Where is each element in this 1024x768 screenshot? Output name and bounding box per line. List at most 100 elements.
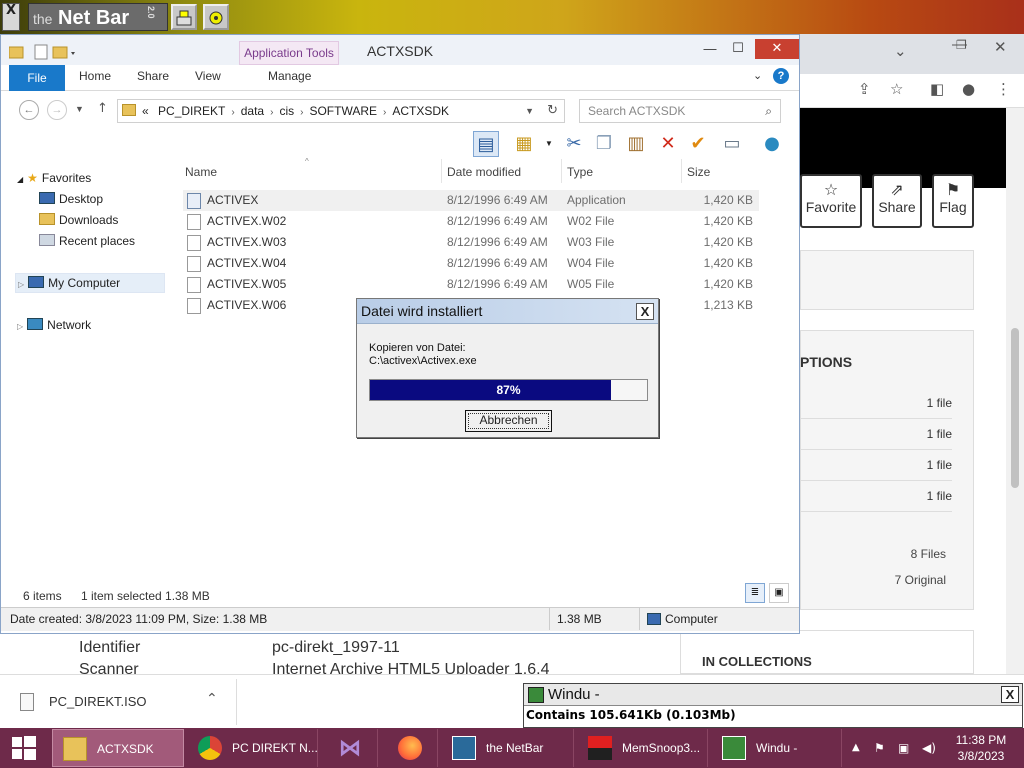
sidebar-icon[interactable]: ◧: [930, 80, 944, 98]
up-arrow-icon[interactable]: ↑: [97, 101, 108, 116]
search-icon[interactable]: ⌕: [765, 100, 772, 122]
menu-icon[interactable]: ⋮: [996, 80, 1011, 98]
forward-button[interactable]: →: [47, 100, 67, 120]
taskbar-clock[interactable]: 11:38 PM 3/8/2023: [946, 732, 1016, 764]
check-icon[interactable]: ✔: [685, 131, 711, 157]
dialog-title[interactable]: Datei wird installiert: [357, 299, 658, 324]
column-header-name[interactable]: Name: [185, 165, 217, 179]
tab-home[interactable]: Home: [79, 69, 111, 83]
details-view-button[interactable]: ≣: [745, 583, 765, 603]
expand-icon[interactable]: ◢: [17, 175, 23, 184]
taskbar-item-chrome[interactable]: PC DIREKT N...: [188, 729, 318, 767]
windu-close-button[interactable]: X: [1001, 686, 1019, 703]
flag-button[interactable]: ⚑ Flag: [932, 174, 974, 228]
download-file-name[interactable]: PC_DIREKT.ISO: [49, 694, 147, 709]
minimize-button[interactable]: —: [697, 39, 723, 59]
collapse-icon[interactable]: ▷: [18, 280, 24, 289]
column-header-size[interactable]: Size: [687, 165, 710, 179]
download-option-row[interactable]: 1 file: [800, 450, 952, 481]
download-option-row[interactable]: 1 file: [800, 481, 952, 512]
show-hidden-icons-icon[interactable]: ▲: [852, 728, 860, 768]
files-count[interactable]: 8 Files: [911, 547, 946, 561]
globe-icon[interactable]: ●: [759, 131, 785, 157]
breadcrumb-separator-icon[interactable]: ›: [383, 107, 386, 118]
netbar-app-button-2[interactable]: [203, 4, 229, 30]
share-icon[interactable]: ⇪: [858, 80, 871, 98]
tab-view[interactable]: View: [195, 69, 221, 83]
column-header-date[interactable]: Date modified: [447, 165, 521, 179]
copy-icon[interactable]: ❐: [591, 131, 617, 157]
refresh-icon[interactable]: ↻: [547, 100, 558, 122]
cancel-button[interactable]: Abbrechen: [465, 410, 552, 432]
taskbar-item-netbar[interactable]: the NetBar: [442, 729, 574, 767]
star-icon[interactable]: ☆: [890, 80, 903, 98]
taskbar-item-windu[interactable]: Windu -: [712, 729, 842, 767]
nav-network[interactable]: ▷ Network: [17, 318, 91, 332]
delete-icon[interactable]: ✕: [655, 131, 681, 157]
share-button[interactable]: ⇗ Share: [872, 174, 922, 228]
help-icon[interactable]: ?: [773, 68, 789, 84]
properties-icon[interactable]: ▦: [511, 131, 537, 157]
profile-icon[interactable]: ●: [962, 80, 975, 98]
download-option-row[interactable]: 1 file: [800, 419, 952, 450]
taskbar-item-explorer[interactable]: ACTXSDK: [52, 729, 184, 767]
nav-downloads[interactable]: Downloads: [39, 213, 118, 227]
dropdown-icon[interactable]: ▼: [545, 139, 553, 148]
favorite-button[interactable]: ☆ Favorite: [800, 174, 862, 228]
back-button[interactable]: ←: [19, 100, 39, 120]
tab-file[interactable]: File: [9, 65, 65, 91]
address-bar[interactable]: « PC_DIREKT › data › cis › SOFTWARE › ACTXSDK ▼ …: [117, 99, 565, 123]
breadcrumb-item[interactable]: PC_DIREKT: [158, 104, 225, 118]
file-row[interactable]: ACTIVEX.W03 8/12/1996 6:49 AM W03 File 1…: [183, 232, 759, 253]
scrollbar-thumb[interactable]: [1011, 328, 1019, 488]
network-icon[interactable]: ▣: [898, 728, 909, 768]
file-row[interactable]: ACTIVEX.W05 8/12/1996 6:49 AM W05 File 1…: [183, 274, 759, 295]
file-row[interactable]: ACTIVEX.W02 8/12/1996 6:49 AM W02 File 1…: [183, 211, 759, 232]
collapse-icon[interactable]: ▷: [17, 322, 23, 331]
tab-share[interactable]: Share: [137, 69, 169, 83]
column-separator[interactable]: [681, 159, 682, 183]
netbar-app-button-1[interactable]: [171, 4, 197, 30]
preview-pane-icon[interactable]: ▤: [473, 131, 499, 157]
maximize-button[interactable]: ☐: [725, 39, 751, 59]
breadcrumb-item[interactable]: SOFTWARE: [309, 104, 377, 118]
file-row[interactable]: ACTIVEX.W04 8/12/1996 6:49 AM W04 File 1…: [183, 253, 759, 274]
breadcrumb-separator-icon[interactable]: ›: [231, 107, 234, 118]
tab-manage[interactable]: Manage: [268, 69, 311, 83]
restore-icon[interactable]: ❐: [956, 38, 967, 52]
breadcrumb-item[interactable]: data: [241, 104, 264, 118]
nav-desktop[interactable]: Desktop: [39, 192, 103, 206]
nav-favorites[interactable]: ◢ ★ Favorites: [17, 171, 91, 185]
column-separator[interactable]: [561, 159, 562, 183]
column-header-type[interactable]: Type: [567, 165, 593, 179]
taskbar-item-visual-studio[interactable]: ⋈: [322, 729, 378, 767]
chevron-down-icon[interactable]: ⌄: [894, 42, 907, 60]
breadcrumb-item[interactable]: cis: [279, 104, 294, 118]
download-option-row[interactable]: 1 file: [800, 388, 952, 419]
rename-icon[interactable]: ▭: [719, 131, 745, 157]
breadcrumb-separator-icon[interactable]: ›: [270, 107, 273, 118]
close-button[interactable]: ✕: [755, 39, 799, 59]
taskbar-item-firefox[interactable]: [382, 729, 438, 767]
start-button[interactable]: [0, 728, 48, 768]
column-separator[interactable]: [441, 159, 442, 183]
large-icons-view-button[interactable]: ▣: [769, 583, 789, 603]
nav-recent-places[interactable]: Recent places: [39, 234, 135, 248]
chevron-up-icon[interactable]: ⌃: [206, 691, 218, 707]
recent-locations-icon[interactable]: ▼: [75, 104, 84, 114]
explorer-titlebar[interactable]: Application Tools ACTXSDK — ☐ ✕: [1, 35, 799, 65]
search-input[interactable]: Search ACTXSDK ⌕: [579, 99, 781, 123]
volume-icon[interactable]: ◀): [922, 728, 936, 768]
netbar-close-button[interactable]: X: [2, 3, 20, 31]
cut-icon[interactable]: ✂: [561, 131, 587, 157]
windu-title[interactable]: Windu -: [524, 684, 1022, 706]
browser-scrollbar[interactable]: [1006, 108, 1024, 674]
breadcrumb-item[interactable]: ACTXSDK: [392, 104, 449, 118]
taskbar-item-memsnoop[interactable]: MemSnoop3...: [578, 729, 708, 767]
address-dropdown-icon[interactable]: ▼: [525, 100, 534, 122]
file-row[interactable]: ACTIVEX 8/12/1996 6:49 AM Application 1,…: [183, 190, 759, 211]
flag-icon[interactable]: ⚑: [874, 728, 885, 768]
nav-my-computer[interactable]: ▷ My Computer: [15, 273, 165, 293]
paste-icon[interactable]: ▥: [623, 131, 649, 157]
chevron-down-icon[interactable]: ⌄: [753, 69, 762, 82]
